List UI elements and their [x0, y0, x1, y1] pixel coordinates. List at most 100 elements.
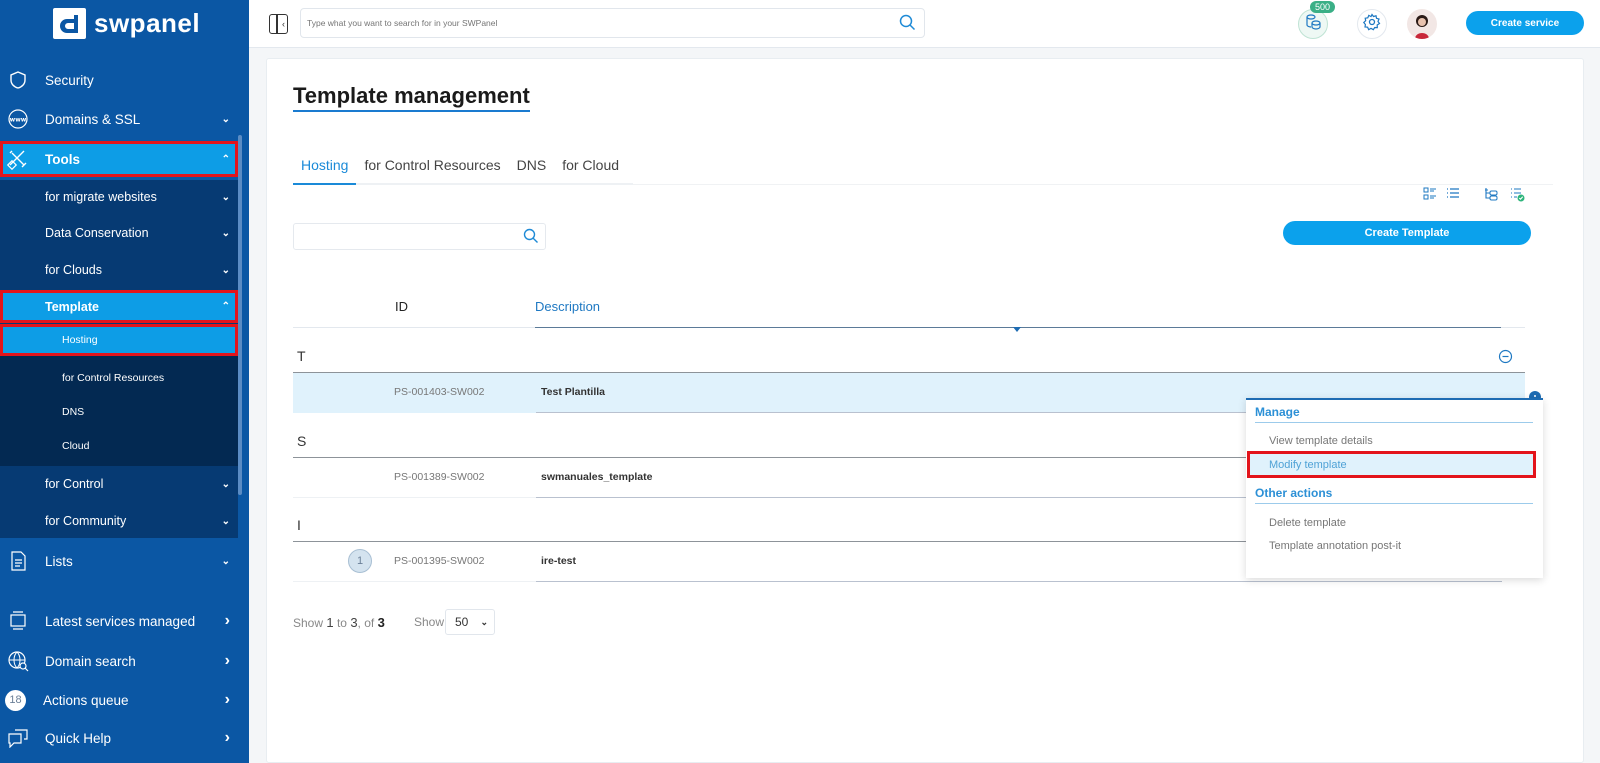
tools-icon [6, 147, 30, 171]
create-service-button[interactable]: Create service [1466, 11, 1584, 35]
total-count: 3 [377, 615, 385, 630]
search-icon[interactable] [523, 228, 539, 249]
sidebar-scrollbar[interactable] [238, 135, 242, 495]
sidebar-item-template[interactable]: Template ⌃ [0, 290, 238, 323]
pagination-info: Show 1 to 3 , of 3 [293, 615, 385, 630]
sidebar-item-control-resources[interactable]: for Control Resources [0, 362, 238, 394]
row-divider [536, 581, 1502, 582]
settings-button[interactable] [1357, 9, 1387, 39]
chevron-down-icon: ⌄ [221, 478, 230, 490]
chevron-down-icon: ⌄ [221, 515, 230, 527]
chevron-right-icon: › [224, 612, 230, 629]
range-from: 1 [326, 615, 334, 630]
sidebar-item-tools[interactable]: Tools ⌃ [0, 141, 238, 177]
document-list-icon [6, 549, 30, 573]
search-icon[interactable] [899, 14, 916, 36]
menu-item-modify-template[interactable]: Modify template [1247, 451, 1536, 478]
collapse-groups-icon[interactable] [1498, 349, 1513, 369]
create-template-button[interactable]: Create Template [1283, 221, 1531, 245]
coins-icon [1304, 13, 1322, 36]
brand-name: swpanel [94, 8, 201, 38]
chevron-right-icon: › [224, 729, 230, 746]
template-id: PS-001395-SW002 [394, 555, 485, 567]
tab-control-resources[interactable]: for Control Resources [356, 151, 508, 183]
menu-item-annotation-post-it[interactable]: Template annotation post-it [1249, 534, 1534, 557]
column-header-description[interactable]: Description [535, 299, 600, 314]
sidebar-item-lists[interactable]: Lists ⌄ [0, 543, 238, 579]
template-description[interactable]: swmanuales_template [541, 471, 652, 483]
sidebar-item-migrate-websites[interactable]: for migrate websites ⌄ [0, 179, 238, 215]
sidebar-item-cloud[interactable]: Cloud [0, 430, 238, 462]
chevron-down-icon: ⌄ [221, 191, 230, 203]
actions-count-badge: 18 [5, 689, 26, 711]
template-description[interactable]: Test Plantilla [541, 386, 605, 398]
menu-section-other-actions: Other actions [1255, 486, 1533, 504]
services-icon [6, 609, 30, 633]
grouped-list-view-icon[interactable] [1423, 187, 1437, 201]
logo-mark-icon [53, 8, 86, 39]
sidebar-item-quick-help[interactable]: Quick Help › [0, 720, 238, 756]
tree-view-icon[interactable] [1484, 187, 1498, 201]
menu-item-view-template-details[interactable]: View template details [1249, 429, 1534, 452]
chevron-left-icon: ‹ [282, 19, 285, 29]
sidebar-item-hosting[interactable]: Hosting [0, 324, 238, 356]
chevron-down-icon: ⌄ [221, 264, 230, 276]
global-search [300, 8, 925, 38]
column-header-id[interactable]: ID [395, 299, 408, 314]
menu-section-manage: Manage [1255, 405, 1533, 423]
globe-search-icon [6, 649, 30, 673]
list-view-icon[interactable] [1446, 187, 1460, 201]
notes-count-badge[interactable]: 1 [348, 549, 372, 573]
credits-button[interactable] [1298, 9, 1328, 39]
gear-icon [1362, 12, 1381, 36]
row-divider [293, 497, 536, 498]
global-search-input[interactable] [307, 9, 887, 37]
sidebar-item-domains-ssl[interactable]: www Domains & SSL ⌄ [0, 101, 238, 137]
checked-list-icon[interactable] [1510, 187, 1525, 202]
sidebar-item-data-conservation[interactable]: Data Conservation ⌄ [0, 215, 238, 251]
shield-icon [6, 68, 30, 92]
chevron-down-icon: ⌄ [221, 227, 230, 239]
tabs: Hosting for Control Resources DNS for Cl… [293, 151, 633, 185]
sidebar-item-latest-services[interactable]: Latest services managed › [0, 603, 238, 639]
logo[interactable]: swpanel [53, 8, 200, 39]
sidebar-item-security[interactable]: Security [0, 62, 238, 98]
page-size-select[interactable]: 50 ⌄ [445, 609, 495, 635]
topbar: ‹ [249, 0, 1600, 48]
tab-hosting[interactable]: Hosting [293, 151, 357, 185]
template-id: PS-001389-SW002 [394, 471, 485, 483]
sidebar-item-for-clouds[interactable]: for Clouds ⌄ [0, 252, 238, 288]
template-search-input[interactable] [294, 224, 514, 249]
tabs-divider [633, 184, 1553, 185]
tab-cloud[interactable]: for Cloud [554, 151, 627, 183]
sort-caret-icon[interactable] [1013, 327, 1021, 332]
template-id: PS-001403-SW002 [394, 386, 485, 398]
template-description[interactable]: ire-test [541, 555, 576, 567]
group-letter-i: I [297, 517, 301, 533]
sidebar-item-domain-search[interactable]: Domain search › [0, 643, 238, 679]
sidebar-item-for-community[interactable]: for Community ⌄ [0, 503, 238, 539]
chevron-down-icon: ⌄ [221, 113, 230, 125]
group-letter-s: S [297, 433, 307, 449]
chevron-up-icon: ⌃ [221, 301, 230, 312]
user-avatar[interactable] [1407, 9, 1437, 39]
www-icon: www [6, 107, 30, 131]
sidebar-item-for-control[interactable]: for Control ⌄ [0, 466, 238, 502]
template-search [293, 223, 546, 250]
chat-icon [6, 726, 30, 750]
credits-badge: 500 [1310, 1, 1336, 13]
page-size-label: Show [414, 615, 445, 629]
panel-divider-icon [276, 15, 278, 33]
chevron-right-icon: › [224, 652, 230, 669]
chevron-right-icon: › [224, 691, 230, 708]
svg-text:www: www [10, 117, 27, 124]
sidebar-item-actions-queue[interactable]: 18 Actions queue › [0, 682, 238, 718]
menu-item-delete-template[interactable]: Delete template [1249, 511, 1534, 534]
tab-dns[interactable]: DNS [509, 151, 555, 183]
chevron-down-icon: ⌄ [221, 555, 230, 567]
row-divider [293, 581, 536, 582]
sidebar-item-dns[interactable]: DNS [0, 396, 238, 428]
collapse-sidebar-button[interactable]: ‹ [269, 14, 288, 34]
sidebar: swpanel Security www Domains & SSL ⌄ Too… [0, 0, 249, 763]
chevron-down-icon: ⌄ [480, 616, 488, 627]
